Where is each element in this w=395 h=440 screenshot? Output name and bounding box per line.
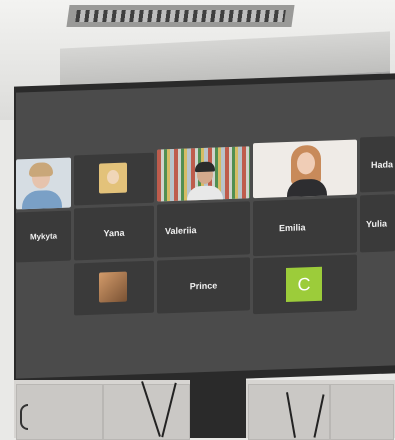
- participant-shirt: [22, 189, 62, 210]
- video-tile-mykyta[interactable]: Mykyta: [16, 210, 71, 263]
- participant-hair: [29, 162, 53, 177]
- participant-name: Hada: [371, 158, 394, 170]
- video-tile-yana[interactable]: Yana: [74, 205, 154, 261]
- cabinet-door: [330, 384, 394, 440]
- participant-face: [107, 169, 119, 185]
- video-tile-yana-preview[interactable]: [74, 152, 154, 206]
- participant-name: Emilia: [279, 221, 306, 233]
- video-tile-valeriia-video[interactable]: [157, 146, 250, 202]
- participant-name: Valeriia: [165, 224, 197, 236]
- tv-stand: [190, 378, 246, 438]
- video-tile-prince[interactable]: Prince: [157, 257, 250, 314]
- cabinet-door: [16, 384, 103, 440]
- video-grid: Hada Mykyta Yana Valeriia Emilia Yulia P…: [0, 0, 395, 438]
- participant-shirt: [187, 185, 223, 202]
- profile-photo: [99, 271, 127, 303]
- video-tile-photo[interactable]: [74, 260, 154, 316]
- avatar: C: [286, 266, 322, 303]
- participant-name: Yulia: [366, 217, 388, 229]
- participant-name: Mykyta: [29, 231, 58, 242]
- video-tile-c[interactable]: C: [253, 254, 357, 315]
- video-tile-yulia[interactable]: Yulia: [360, 194, 395, 253]
- video-tile-hada[interactable]: Hada: [360, 136, 395, 193]
- participant-hair: [195, 161, 215, 173]
- cabinet-handle: [20, 404, 28, 430]
- participant-name: Prince: [189, 279, 218, 291]
- profile-photo: [99, 162, 127, 194]
- participant-name: Yana: [103, 227, 125, 239]
- video-tile-emilia[interactable]: Emilia: [253, 197, 357, 257]
- video-tile-participant-1[interactable]: [16, 157, 71, 210]
- video-tile-emilia-video[interactable]: [253, 139, 357, 199]
- video-tile-valeriia[interactable]: Valeriia: [157, 201, 250, 258]
